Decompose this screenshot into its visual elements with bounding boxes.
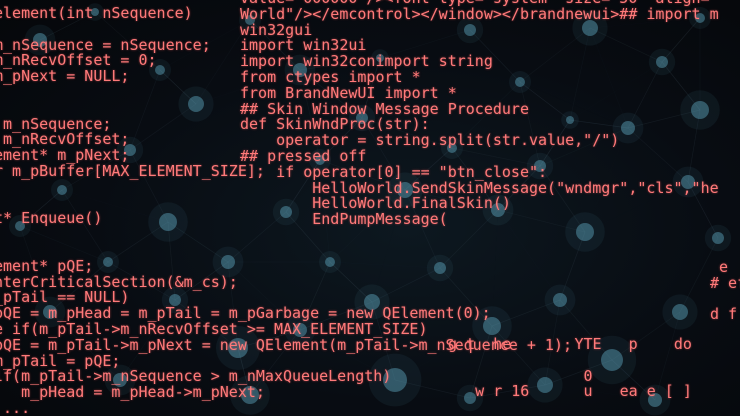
code-fragment-edge: e# ef d f <box>710 259 740 324</box>
code-line: EndPumpMessage( <box>240 210 448 229</box>
network-node <box>672 304 688 320</box>
code-line: g t he YTE p do <box>430 335 692 353</box>
code-line: d f <box>710 305 738 324</box>
code-line: ... <box>3 398 31 416</box>
network-node <box>712 232 724 244</box>
code-network-photo: element(int nSequence) m_nSequence = nSe… <box>0 0 740 416</box>
code-line: w r 16 u ea e [ ] <box>430 382 692 401</box>
code-block-right: value= 000000 /><font type= system size=… <box>240 0 719 228</box>
code-fragment-bottom: g t he YTE p do 0 w r 16 u ea e [ ] <box>430 335 692 401</box>
